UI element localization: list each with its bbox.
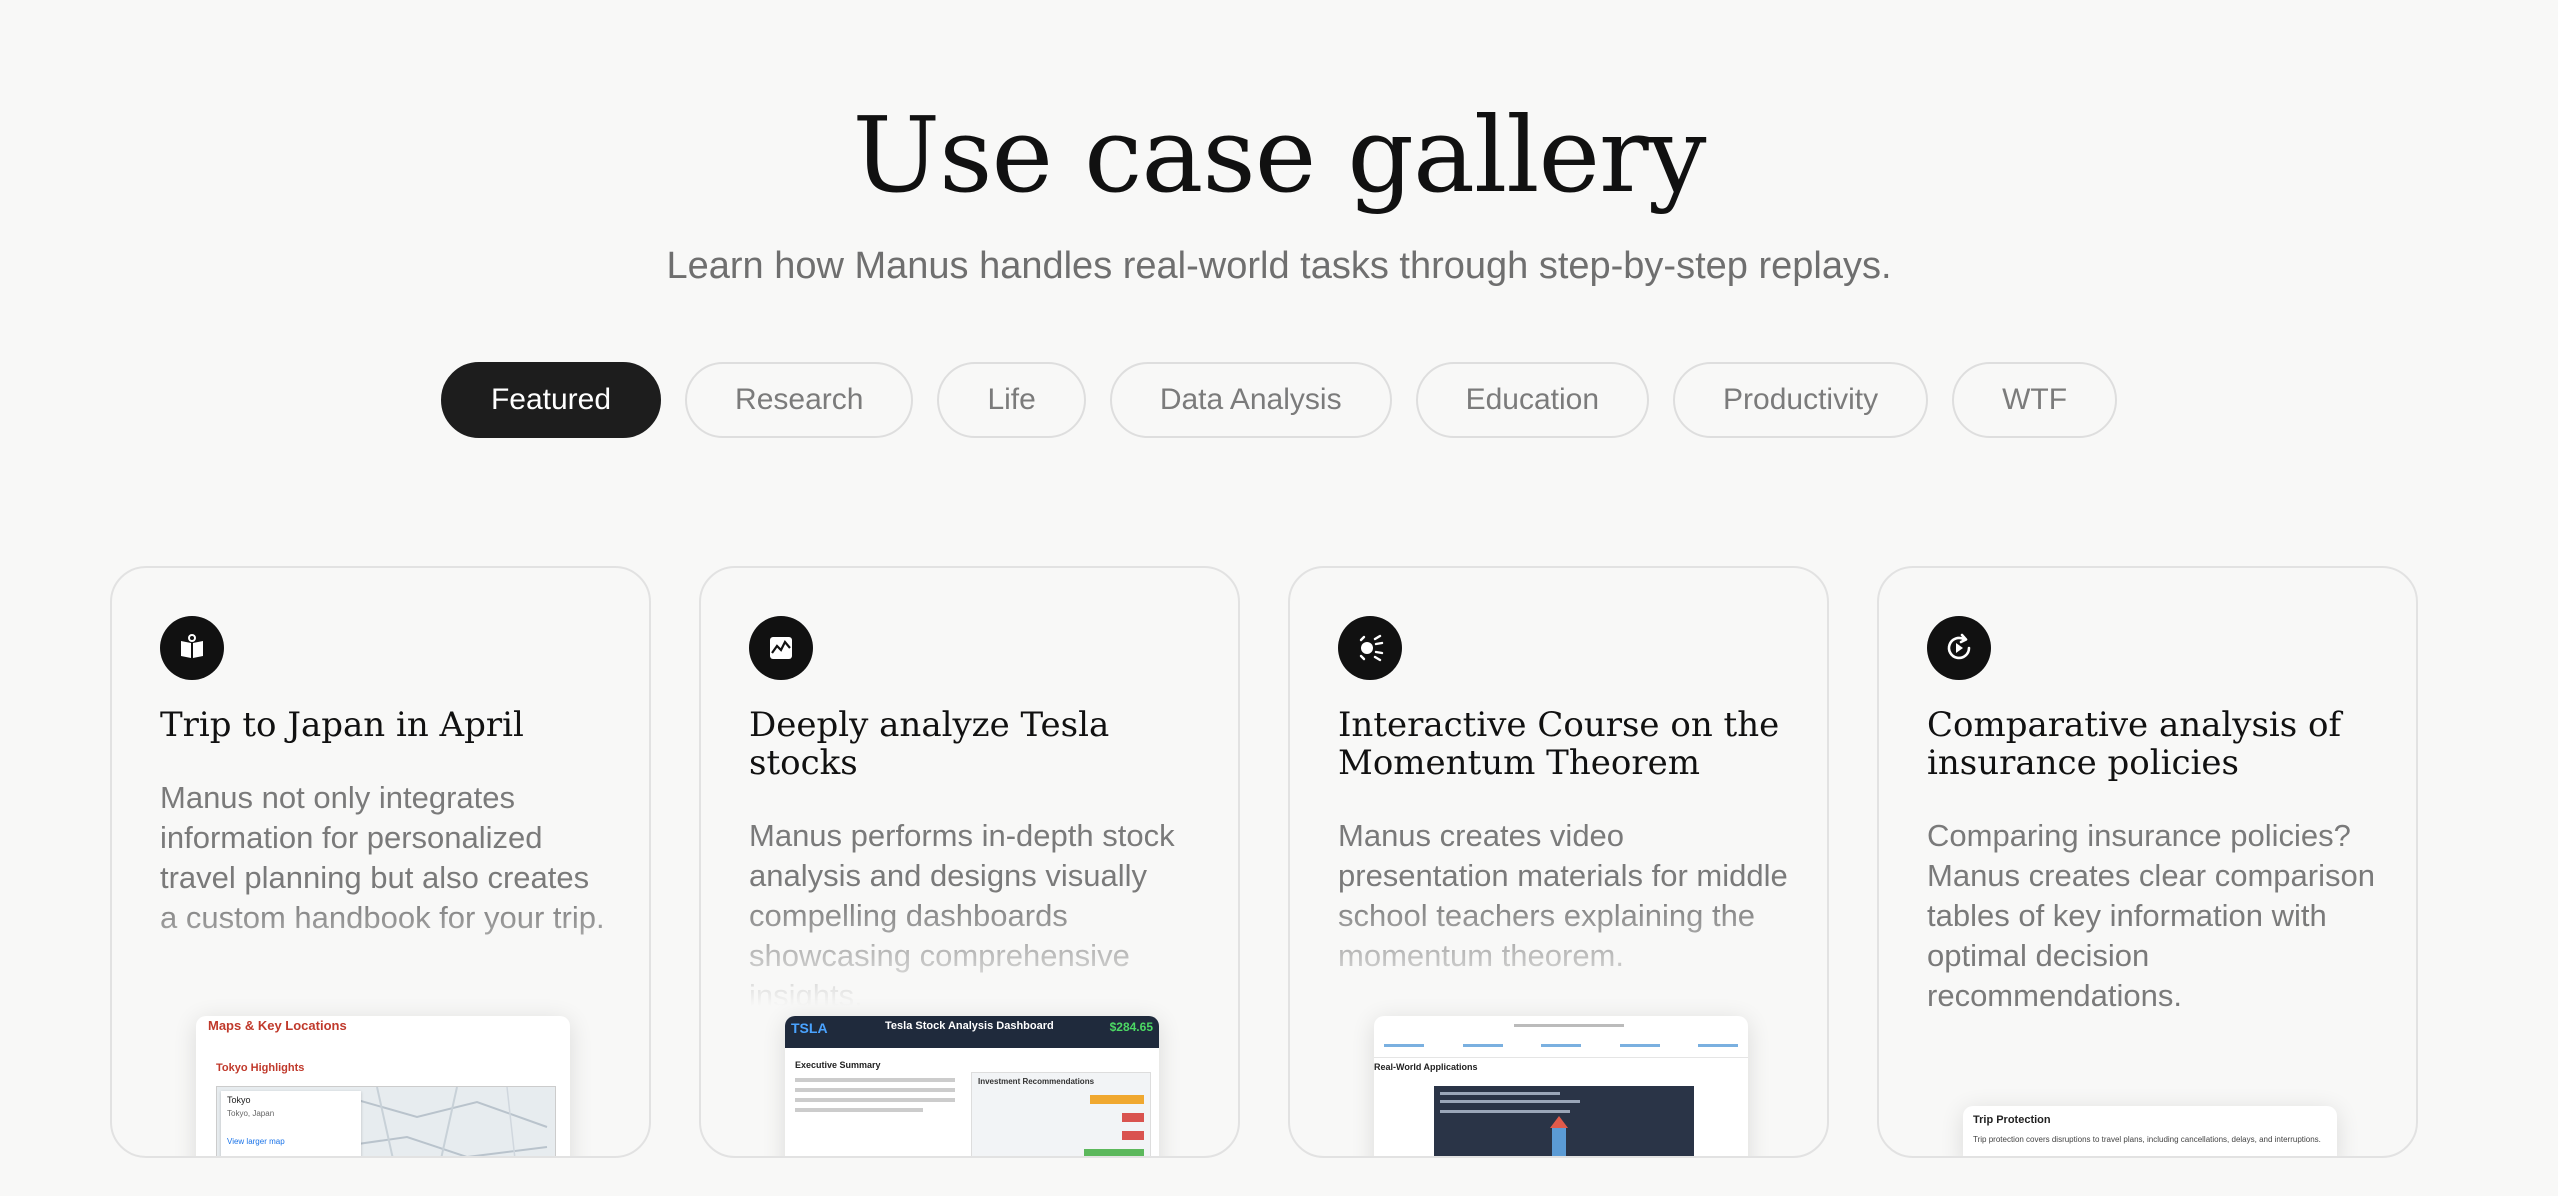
card-preview: TSLA Tesla Stock Analysis Dashboard $284… <box>785 1016 1159 1156</box>
dashboard-header: TSLA Tesla Stock Analysis Dashboard $284… <box>785 1016 1159 1048</box>
card-title: Trip to Japan in April <box>160 705 524 745</box>
card-preview: Real-World Applications <box>1374 1016 1748 1156</box>
use-case-card-momentum[interactable]: Interactive Course on the Momentum Theor… <box>1288 566 1829 1158</box>
book-icon <box>160 616 224 680</box>
rocket-tip <box>1550 1116 1568 1128</box>
reco-badge <box>1122 1131 1144 1140</box>
preview-heading: Trip Protection <box>1973 1114 2051 1126</box>
replay-icon <box>1927 616 1991 680</box>
tab-wtf[interactable]: WTF <box>1952 362 2118 438</box>
card-preview: Trip Protection Trip protection covers d… <box>1963 1106 2337 1156</box>
section-heading: Real-World Applications <box>1374 1062 1478 1072</box>
course-nav <box>1374 1016 1748 1058</box>
map-place: Tokyo <box>227 1095 251 1105</box>
tab-research[interactable]: Research <box>685 362 914 438</box>
preview-subheading: Tokyo Highlights <box>216 1062 305 1074</box>
rocket-animation <box>1434 1086 1694 1156</box>
reco-badge <box>1090 1095 1144 1104</box>
use-case-card-insurance[interactable]: Comparative analysis of insurance polici… <box>1877 566 2418 1158</box>
map-image: Tokyo Tokyo, Japan View larger map <box>216 1086 556 1156</box>
tab-productivity[interactable]: Productivity <box>1673 362 1929 438</box>
section-heading: Executive Summary <box>795 1060 881 1070</box>
spark-icon <box>1338 616 1402 680</box>
card-title: Interactive Course on the Momentum Theor… <box>1338 705 1780 783</box>
card-title: Deeply analyze Tesla stocks <box>749 705 1110 783</box>
price: $284.65 <box>1109 1020 1153 1034</box>
use-case-card-japan-trip[interactable]: Trip to Japan in April Manus not only in… <box>110 566 651 1158</box>
page-title: Use case gallery <box>852 94 1707 216</box>
card-description: Comparing insurance policies? Manus crea… <box>1927 818 2375 1013</box>
use-case-cards: Trip to Japan in April Manus not only in… <box>110 566 2420 1158</box>
tab-featured[interactable]: Featured <box>440 362 662 438</box>
use-case-card-tesla[interactable]: Deeply analyze Tesla stocks Manus perfor… <box>699 566 1240 1158</box>
card-title: Comparative analysis of insurance polici… <box>1927 705 2342 783</box>
tab-life[interactable]: Life <box>937 362 1086 438</box>
rocket-body <box>1552 1126 1566 1156</box>
tab-data-analysis[interactable]: Data Analysis <box>1109 362 1392 438</box>
view-larger-map-link[interactable]: View larger map <box>227 1137 285 1146</box>
ticker: TSLA <box>791 1020 828 1036</box>
card-preview: Maps & Key Locations Tokyo Highlights To… <box>196 1016 570 1156</box>
preview-body: Trip protection covers disruptions to tr… <box>1973 1135 2321 1144</box>
summary-lines <box>795 1078 955 1156</box>
map-info-box: Tokyo Tokyo, Japan View larger map <box>221 1091 361 1156</box>
tab-education[interactable]: Education <box>1415 362 1650 438</box>
reco-badge <box>1084 1149 1144 1156</box>
chart-icon <box>749 616 813 680</box>
reco-badge <box>1122 1113 1144 1122</box>
category-tabs: Featured Research Life Data Analysis Edu… <box>0 362 2558 438</box>
dashboard-title: Tesla Stock Analysis Dashboard <box>885 1020 1054 1032</box>
preview-heading: Maps & Key Locations <box>208 1018 347 1033</box>
recommendations-panel: Investment Recommendations <box>971 1072 1151 1156</box>
map-place-sub: Tokyo, Japan <box>227 1109 275 1118</box>
page-subtitle: Learn how Manus handles real-world tasks… <box>666 245 1892 287</box>
recommendations-title: Investment Recommendations <box>978 1077 1095 1086</box>
